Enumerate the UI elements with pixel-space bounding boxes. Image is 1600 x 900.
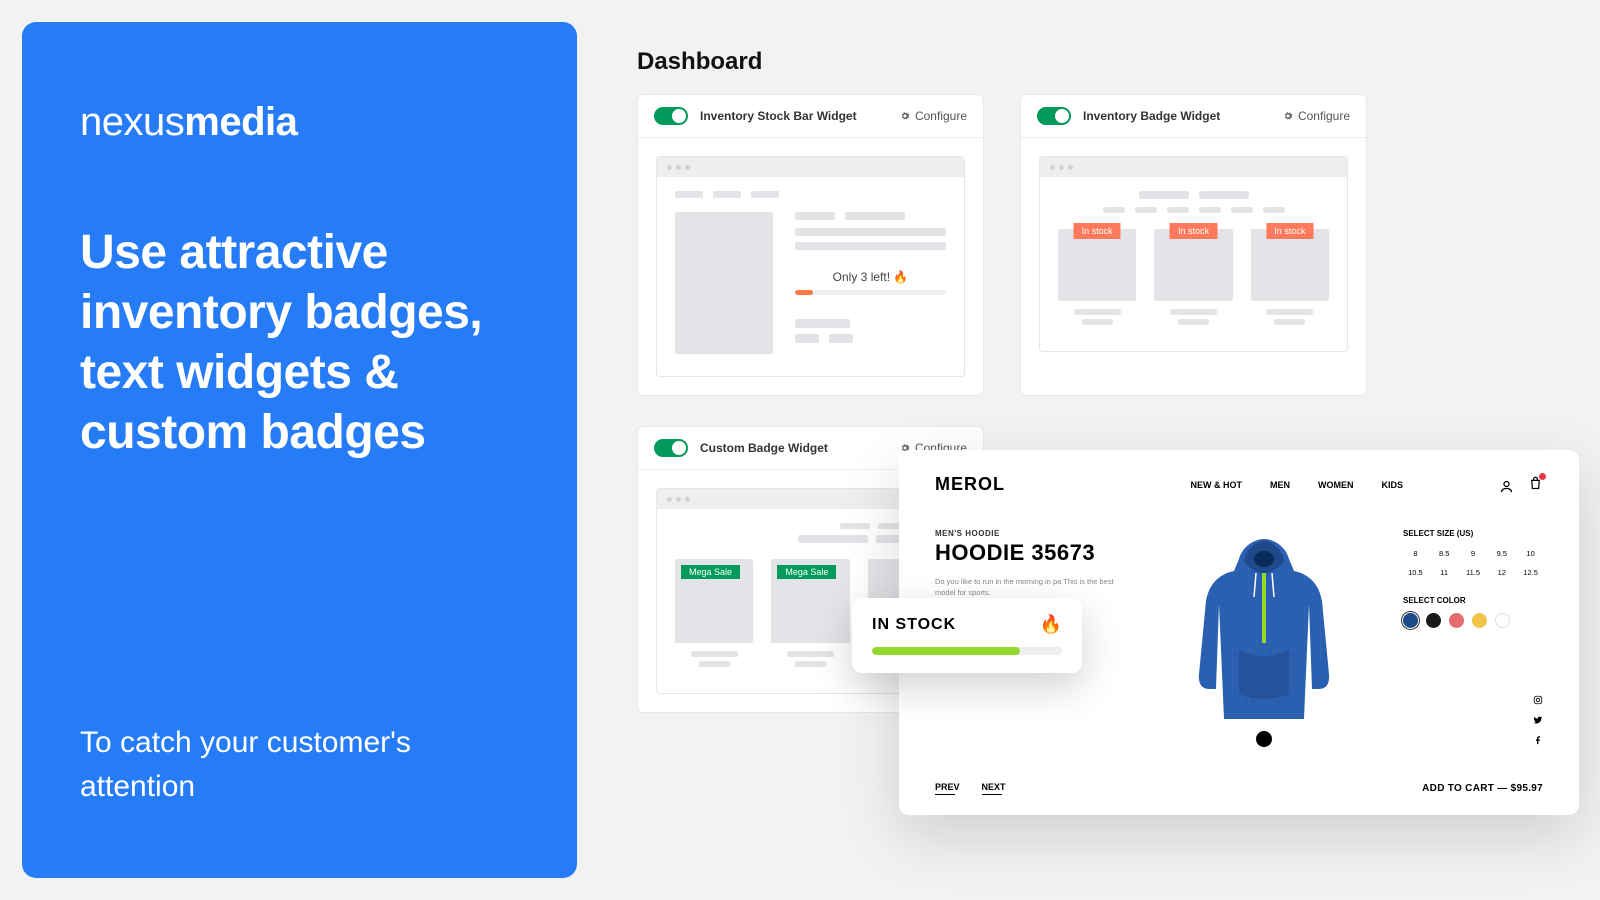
- product-description: Do you like to run in the morning in pa …: [935, 576, 1125, 599]
- size-option[interactable]: 11: [1432, 565, 1457, 580]
- brand-logo: nexusmedia: [80, 100, 519, 145]
- configure-label: Configure: [915, 109, 967, 123]
- stock-bar-widget-name: Inventory Stock Bar Widget: [700, 109, 899, 123]
- in-stock-badge: In stock: [1266, 223, 1313, 239]
- prev-button[interactable]: PREV: [935, 782, 960, 795]
- gear-icon: [899, 110, 911, 122]
- brand-light: nexus: [80, 100, 184, 144]
- nav-women[interactable]: WOMEN: [1318, 480, 1354, 490]
- in-stock-badge: In stock: [1074, 223, 1121, 239]
- cart-icon[interactable]: [1528, 476, 1543, 496]
- nav-men[interactable]: MEN: [1270, 480, 1290, 490]
- size-option[interactable]: 9: [1461, 546, 1486, 561]
- stock-bar-widget-card: Inventory Stock Bar Widget Configure: [637, 94, 984, 396]
- size-option[interactable]: 8: [1403, 546, 1428, 561]
- color-option[interactable]: [1495, 613, 1510, 628]
- badge-widget-card: Inventory Badge Widget Configure In s: [1020, 94, 1367, 396]
- brand-bold: media: [184, 100, 297, 144]
- facebook-icon[interactable]: [1533, 735, 1543, 745]
- nav-new-hot[interactable]: NEW & HOT: [1190, 480, 1242, 490]
- dashboard-area: Dashboard Inventory Stock Bar Widget Con…: [637, 22, 1578, 878]
- size-option[interactable]: 8.5: [1432, 546, 1457, 561]
- in-stock-badge: In stock: [1170, 223, 1217, 239]
- gear-icon: [1282, 110, 1294, 122]
- color-label: SELECT COLOR: [1403, 596, 1543, 605]
- browser-mockup: In stock In stock In stock: [1039, 156, 1348, 352]
- fire-icon: 🔥: [1040, 614, 1062, 635]
- color-selector: [1403, 613, 1543, 628]
- size-option[interactable]: 11.5: [1461, 565, 1486, 580]
- stock-bar-text: Only 3 left! 🔥: [795, 270, 946, 284]
- store-nav: NEW & HOT MEN WOMEN KIDS: [1190, 480, 1403, 490]
- color-option[interactable]: [1426, 613, 1441, 628]
- product-title: HOODIE 35673: [935, 540, 1125, 566]
- stock-progress-bar: [795, 290, 946, 295]
- add-to-cart-button[interactable]: ADD TO CART — $95.97: [1422, 783, 1543, 794]
- product-category: MEN'S HOODIE: [935, 529, 1125, 538]
- in-stock-text: IN STOCK: [872, 616, 956, 634]
- rotate-button[interactable]: [1256, 731, 1272, 747]
- custom-badge-widget-name: Custom Badge Widget: [700, 441, 899, 455]
- promo-subtext: To catch your customer's attention: [80, 721, 519, 808]
- user-icon[interactable]: [1499, 479, 1514, 494]
- stock-bar-configure-button[interactable]: Configure: [899, 109, 967, 123]
- color-option[interactable]: [1403, 613, 1418, 628]
- configure-label: Configure: [1298, 109, 1350, 123]
- cart-badge-dot: [1539, 473, 1546, 480]
- size-selector: 8 8.5 9 9.5 10 10.5 11 11.5 12 12.5: [1403, 546, 1543, 580]
- in-stock-popup: IN STOCK 🔥: [852, 598, 1082, 673]
- size-option[interactable]: 12: [1489, 565, 1514, 580]
- badge-toggle[interactable]: [1037, 107, 1071, 125]
- product-image-placeholder: [675, 212, 773, 354]
- size-label: SELECT SIZE (US): [1403, 529, 1543, 538]
- browser-mockup: Only 3 left! 🔥: [656, 156, 965, 377]
- promo-headline: Use attractive inventory badges, text wi…: [80, 223, 519, 463]
- nav-kids[interactable]: KIDS: [1381, 480, 1403, 490]
- dashboard-title: Dashboard: [637, 48, 1578, 76]
- stock-bar-toggle[interactable]: [654, 107, 688, 125]
- badge-widget-name: Inventory Badge Widget: [1083, 109, 1282, 123]
- custom-badge-toggle[interactable]: [654, 439, 688, 457]
- size-option[interactable]: 9.5: [1489, 546, 1514, 561]
- size-option[interactable]: 10.5: [1403, 565, 1428, 580]
- color-option[interactable]: [1449, 613, 1464, 628]
- product-image: [1184, 529, 1344, 729]
- size-option[interactable]: 12.5: [1518, 565, 1543, 580]
- promo-panel: nexusmedia Use attractive inventory badg…: [22, 22, 577, 878]
- size-option[interactable]: 10: [1518, 546, 1543, 561]
- stock-popup-bar: [872, 647, 1062, 655]
- instagram-icon[interactable]: [1533, 695, 1543, 705]
- badge-configure-button[interactable]: Configure: [1282, 109, 1350, 123]
- twitter-icon[interactable]: [1533, 715, 1543, 725]
- mega-sale-badge: Mega Sale: [777, 565, 836, 579]
- store-logo: MEROL: [935, 474, 1005, 495]
- next-button[interactable]: NEXT: [982, 782, 1006, 795]
- color-option[interactable]: [1472, 613, 1487, 628]
- mega-sale-badge: Mega Sale: [681, 565, 740, 579]
